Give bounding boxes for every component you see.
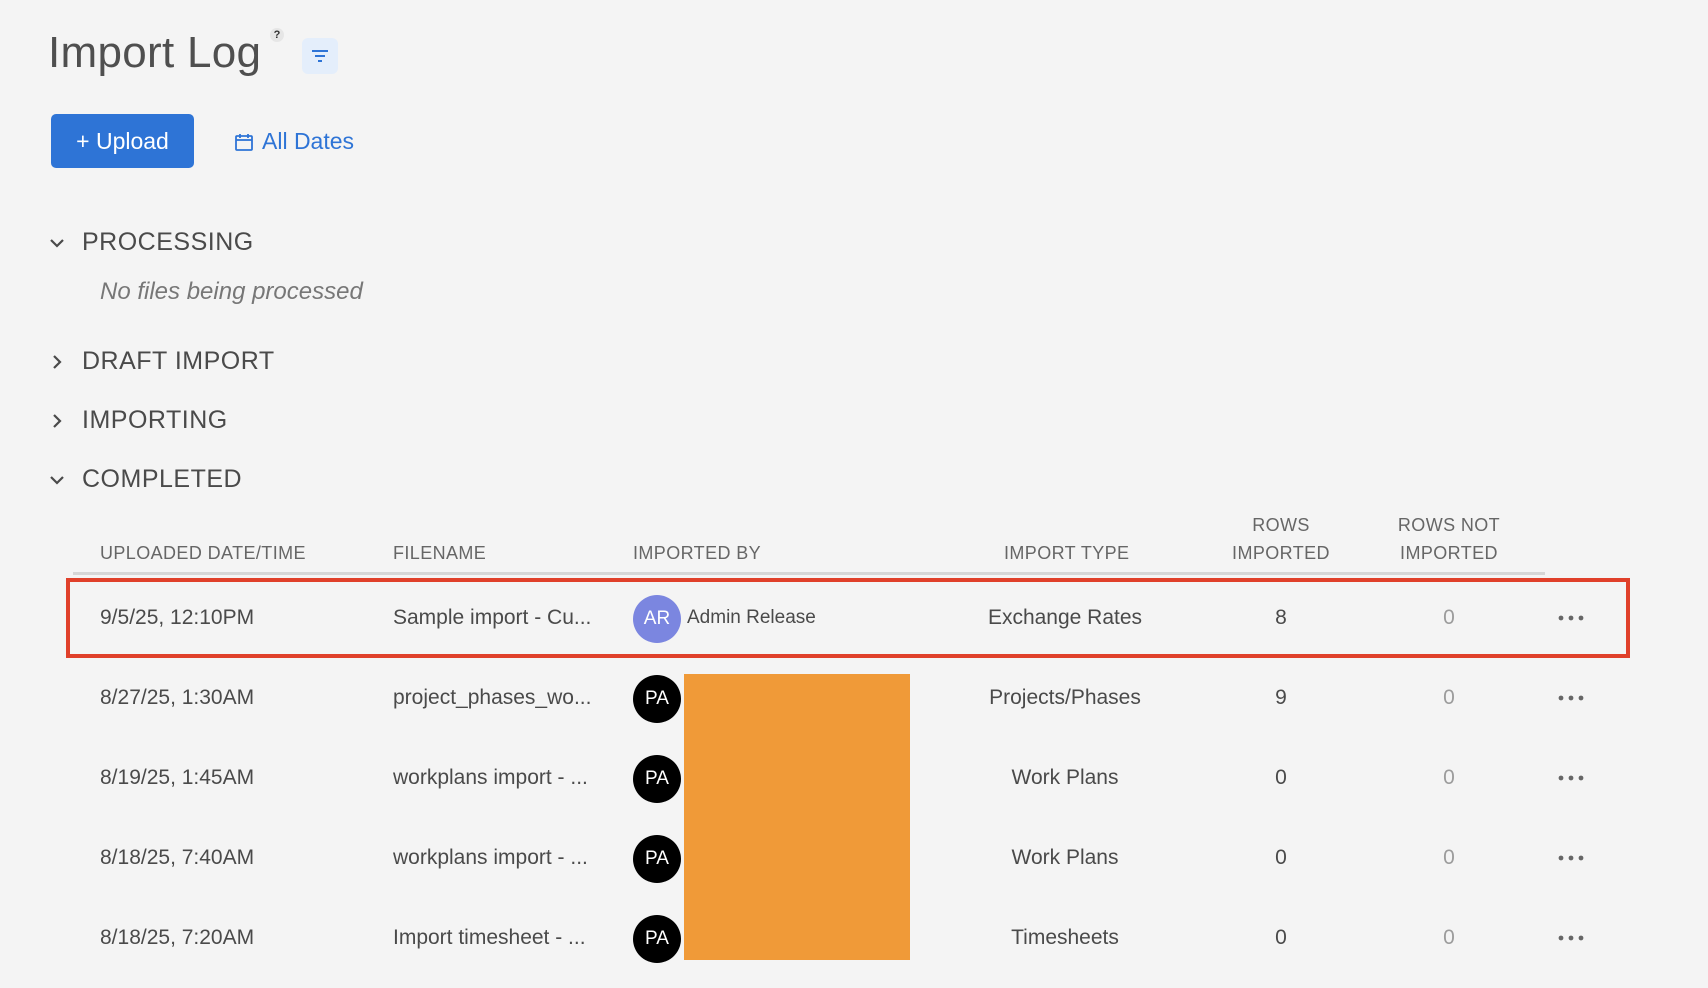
section-completed[interactable]: COMPLETED [48, 465, 242, 494]
chevron-down-icon [50, 238, 64, 248]
uploaded-datetime: 8/18/25, 7:20AM [100, 926, 255, 949]
column-header-uploaded[interactable]: UPLOADED DATE/TIME [100, 539, 306, 567]
calendar-icon [235, 133, 253, 151]
more-options-icon[interactable] [1556, 848, 1586, 868]
uploaded-datetime: 8/19/25, 1:45AM [100, 766, 255, 789]
avatar[interactable]: PA [633, 915, 681, 963]
rows-not-imported: 0 [1443, 766, 1455, 789]
import-type: Timesheets [1011, 926, 1119, 949]
section-processing-label: PROCESSING [82, 228, 254, 256]
import-type: Work Plans [1011, 766, 1119, 789]
uploaded-datetime: 8/18/25, 7:40AM [100, 846, 255, 869]
filename: Sample import - Cu... [393, 606, 592, 629]
section-draft-import[interactable]: DRAFT IMPORT [48, 347, 275, 376]
import-type: Projects/Phases [989, 686, 1141, 709]
more-options-icon[interactable] [1556, 688, 1586, 708]
more-options-icon[interactable] [1556, 928, 1586, 948]
help-icon[interactable]: ? [270, 28, 284, 42]
import-type: Exchange Rates [987, 606, 1143, 629]
filename: workplans import - ... [393, 766, 588, 789]
upload-button[interactable]: + Upload [51, 114, 194, 168]
rows-imported: 0 [1275, 766, 1287, 789]
chevron-right-icon [53, 354, 62, 369]
rows-imported: 0 [1275, 846, 1287, 869]
rows-not-imported: 0 [1443, 686, 1455, 709]
rows-not-imported: 0 [1443, 846, 1455, 869]
section-draft-import-label: DRAFT IMPORT [82, 347, 275, 375]
filename: project_phases_wo... [393, 686, 592, 709]
rows-imported: 8 [1275, 606, 1287, 629]
imported-by-name: Admin Release [687, 607, 816, 628]
page-title: Import Log [48, 28, 262, 77]
more-options-icon[interactable] [1556, 768, 1586, 788]
section-importing-label: IMPORTING [82, 406, 228, 434]
avatar[interactable]: PA [633, 675, 681, 723]
rows-not-imported: 0 [1443, 606, 1455, 629]
column-header-rows-imported[interactable]: ROWS IMPORTED [1210, 511, 1352, 567]
table-row[interactable]: 9/5/25, 12:10PM Sample import - Cu... AR Ad… [66, 578, 1630, 658]
section-completed-label: COMPLETED [82, 465, 243, 493]
table-header-divider [73, 572, 1545, 575]
import-log-page: Import Log ? + Upload All Dates PROCESSI… [0, 0, 1708, 988]
rows-not-imported: 0 [1443, 926, 1455, 949]
filename: Import timesheet - ... [393, 926, 586, 949]
chevron-down-icon [50, 475, 64, 485]
column-header-rows-imported-line2: IMPORTED [1232, 543, 1330, 563]
avatar[interactable]: PA [633, 835, 681, 883]
import-type: Work Plans [1011, 846, 1119, 869]
chevron-right-icon [53, 413, 62, 428]
rows-imported: 0 [1275, 926, 1287, 949]
uploaded-datetime: 8/27/25, 1:30AM [100, 686, 255, 709]
filter-button[interactable] [302, 38, 338, 74]
column-header-rows-not-imported-line2: IMPORTED [1400, 543, 1498, 563]
column-header-rows-not-imported-line1: ROWS NOT [1397, 515, 1501, 535]
section-processing[interactable]: PROCESSING [48, 228, 254, 257]
filter-icon [312, 50, 328, 62]
column-header-rows-not-imported[interactable]: ROWS NOT IMPORTED [1378, 511, 1520, 567]
filename: workplans import - ... [393, 846, 588, 869]
rows-imported: 9 [1275, 686, 1287, 709]
section-importing[interactable]: IMPORTING [48, 406, 228, 435]
column-header-import-type[interactable]: IMPORT TYPE [1004, 539, 1129, 567]
column-header-imported-by[interactable]: IMPORTED BY [633, 539, 761, 567]
all-dates-label: All Dates [262, 128, 355, 154]
redaction-block [684, 674, 910, 960]
processing-empty-note: No files being processed [100, 278, 363, 305]
more-options-icon[interactable] [1556, 608, 1586, 628]
column-header-rows-imported-line1: ROWS [1252, 515, 1310, 535]
avatar[interactable]: AR [633, 595, 681, 643]
uploaded-datetime: 9/5/25, 12:10PM [100, 606, 255, 629]
avatar[interactable]: PA [633, 755, 681, 803]
all-dates-filter[interactable]: All Dates [234, 128, 354, 155]
column-header-filename[interactable]: FILENAME [393, 539, 486, 567]
